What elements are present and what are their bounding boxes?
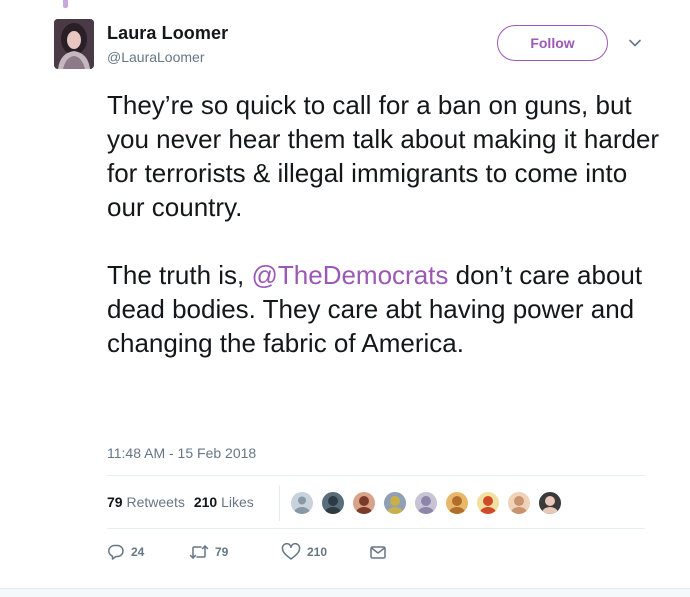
- reply-button[interactable]: 24: [107, 541, 144, 563]
- tweet-stats: 79 Retweets 210 Likes: [107, 494, 254, 510]
- author-username[interactable]: @LauraLoomer: [107, 49, 205, 65]
- envelope-icon: [370, 546, 386, 559]
- avatar-photo: [480, 496, 496, 514]
- avatar-photo: [511, 496, 527, 514]
- profile-photo: [54, 19, 94, 69]
- stats-separator: [279, 485, 280, 521]
- avatar-photo: [449, 496, 465, 514]
- tweet-timestamp[interactable]: 11:48 AM - 15 Feb 2018: [107, 445, 256, 461]
- avatar-photo: [387, 496, 403, 514]
- reply-icon: [108, 544, 124, 560]
- liker-avatar[interactable]: [320, 490, 346, 516]
- liker-avatar[interactable]: [382, 490, 408, 516]
- default-avatar[interactable]: [289, 490, 315, 516]
- tweet-paragraph: The truth is, @TheDemocrats don’t care a…: [107, 258, 667, 360]
- tweet-text: They’re so quick to call for a ban on gu…: [107, 88, 667, 360]
- retweets-label: Retweets: [126, 494, 185, 510]
- bottom-separator: [0, 588, 690, 597]
- heart-icon: [281, 543, 301, 560]
- likes-count: 210: [193, 494, 218, 510]
- liker-avatar[interactable]: [475, 490, 501, 516]
- mention-link[interactable]: @TheDemocrats: [252, 260, 449, 290]
- liker-avatar[interactable]: [413, 490, 439, 516]
- liker-avatar[interactable]: [444, 490, 470, 516]
- default-user-icon: [294, 496, 310, 514]
- divider: [107, 475, 645, 476]
- liker-avatars: [289, 490, 568, 516]
- avatar-photo: [418, 496, 434, 514]
- retweet-button[interactable]: 79: [189, 541, 228, 563]
- likes-label: Likes: [221, 494, 254, 510]
- divider: [107, 528, 645, 529]
- likes-stat[interactable]: 210 Likes: [194, 494, 254, 510]
- direct-message-button[interactable]: [369, 541, 393, 563]
- text-segment: The truth is,: [107, 260, 252, 290]
- avatar-photo: [356, 496, 372, 514]
- tweet-paragraph: They’re so quick to call for a ban on gu…: [107, 90, 660, 222]
- tweet-page: Laura Loomer @LauraLoomer Follow They’re…: [0, 0, 690, 597]
- avatar-photo: [325, 496, 341, 514]
- retweets-count: 79: [107, 494, 123, 510]
- reply-count: 24: [131, 545, 145, 559]
- retweets-stat[interactable]: 79 Retweets: [107, 494, 185, 510]
- retweet-icon: [189, 545, 209, 559]
- like-button[interactable]: 210: [281, 541, 327, 563]
- follow-button[interactable]: Follow: [497, 25, 608, 61]
- avatar-photo: [542, 496, 558, 514]
- author-display-name[interactable]: Laura Loomer: [107, 23, 228, 44]
- like-count: 210: [307, 545, 328, 559]
- thread-connector: [63, 0, 68, 8]
- liker-avatar[interactable]: [506, 490, 532, 516]
- chevron-down-icon[interactable]: [627, 35, 643, 51]
- liker-avatar[interactable]: [351, 490, 377, 516]
- avatar[interactable]: [54, 19, 94, 69]
- retweet-count: 79: [215, 545, 229, 559]
- liker-avatar[interactable]: [537, 490, 563, 516]
